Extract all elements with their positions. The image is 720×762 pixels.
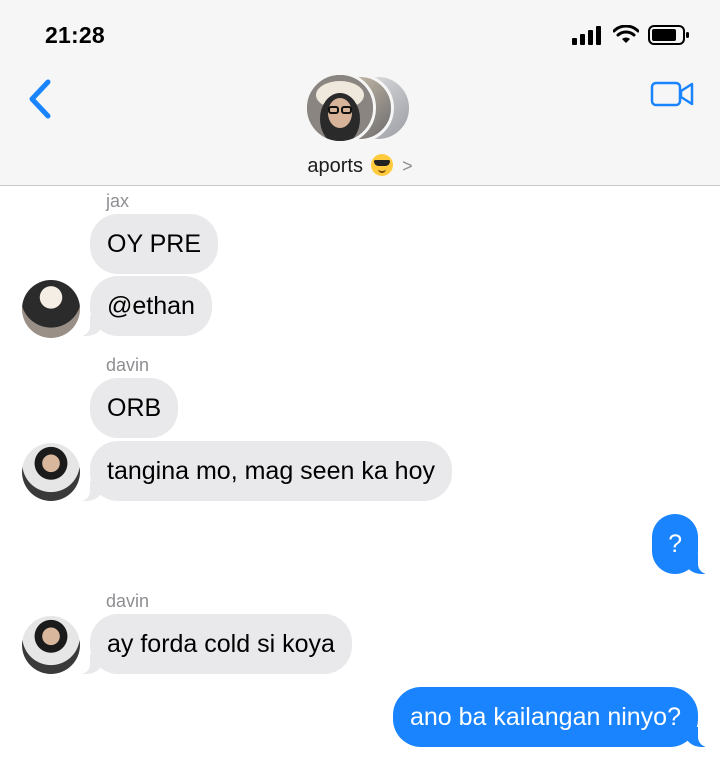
avatar[interactable] bbox=[22, 280, 80, 338]
group-photo-icon bbox=[307, 75, 373, 141]
chevron-right-icon: > bbox=[402, 156, 413, 176]
message-text: ORB bbox=[107, 394, 162, 422]
message-bubble[interactable]: @ethan bbox=[80, 276, 212, 336]
back-chevron-icon[interactable] bbox=[24, 78, 58, 120]
video-call-icon[interactable] bbox=[650, 78, 694, 110]
sender-label: davin bbox=[106, 591, 150, 611]
conversation-header: 21:28 aports > bbox=[0, 0, 720, 186]
message-text: @ethan bbox=[107, 292, 195, 320]
message-list[interactable]: jax OY PRE @ethan davin ORB tangina mo, … bbox=[0, 187, 720, 762]
group-name-label: aports bbox=[307, 155, 363, 177]
wifi-icon bbox=[613, 25, 639, 43]
message-text: ? bbox=[668, 530, 682, 558]
status-icons bbox=[572, 24, 690, 46]
sender-label: davin bbox=[106, 355, 150, 375]
message-bubble[interactable]: OY PRE bbox=[90, 214, 219, 274]
avatar bbox=[304, 72, 376, 144]
message-text: ay forda cold si koya bbox=[107, 630, 335, 658]
message-bubble[interactable]: ORB bbox=[90, 378, 179, 438]
message-bubble[interactable]: ano ba kailangan ninyo? bbox=[392, 687, 709, 747]
message-bubble[interactable]: ay forda cold si koya bbox=[80, 614, 352, 674]
message-bubble[interactable]: ? bbox=[652, 514, 708, 574]
sunglasses-emoji-icon bbox=[370, 154, 393, 176]
message-bubble[interactable]: tangina mo, mag seen ka hoy bbox=[80, 441, 452, 501]
message-text: OY PRE bbox=[107, 230, 202, 258]
avatar[interactable] bbox=[22, 616, 80, 674]
sender-label: jax bbox=[106, 191, 130, 211]
cellular-signal-icon bbox=[572, 26, 601, 45]
message-text: tangina mo, mag seen ka hoy bbox=[107, 457, 435, 485]
avatar[interactable] bbox=[22, 443, 80, 501]
group-avatars[interactable] bbox=[304, 72, 416, 144]
group-name[interactable]: aports > bbox=[0, 154, 720, 178]
status-time: 21:28 bbox=[45, 22, 105, 48]
message-text: ano ba kailangan ninyo? bbox=[409, 703, 681, 731]
battery-icon bbox=[648, 25, 689, 45]
